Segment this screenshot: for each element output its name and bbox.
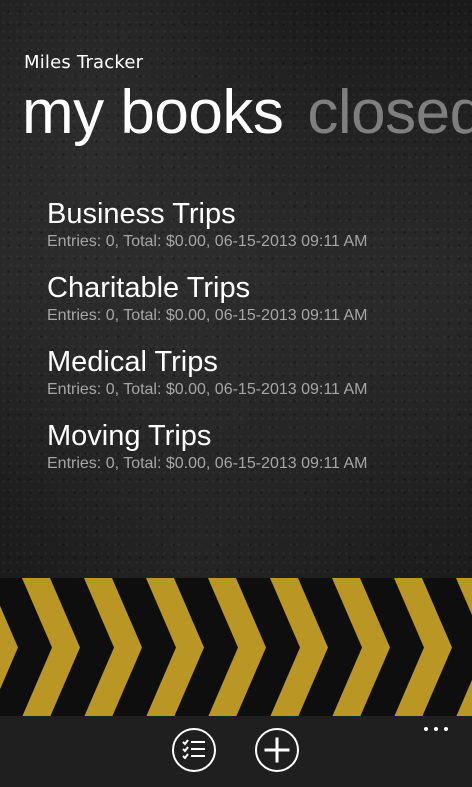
checklist-icon [182, 739, 205, 760]
list-item[interactable]: Moving Trips Entries: 0, Total: $0.00, 0… [47, 419, 467, 493]
book-name: Medical Trips [47, 346, 218, 378]
app-title: Miles Tracker [24, 52, 144, 73]
app-bar [0, 716, 472, 787]
book-meta: Entries: 0, Total: $0.00, 06-15-2013 09:… [47, 233, 368, 250]
add-button[interactable] [255, 728, 299, 772]
pivot-headers: my books closed [22, 82, 472, 144]
chevron-stripe-decoration [0, 578, 472, 717]
list-item[interactable]: Business Trips Entries: 0, Total: $0.00,… [47, 197, 467, 271]
book-meta: Entries: 0, Total: $0.00, 06-15-2013 09:… [47, 381, 368, 398]
book-meta: Entries: 0, Total: $0.00, 06-15-2013 09:… [47, 307, 368, 324]
list-item[interactable]: Medical Trips Entries: 0, Total: $0.00, … [47, 345, 467, 419]
app-screen: Miles Tracker my books closed Business T… [0, 0, 472, 787]
book-name: Business Trips [47, 198, 236, 230]
list-button[interactable] [172, 728, 216, 772]
book-name: Charitable Trips [47, 272, 251, 304]
add-icon [264, 737, 290, 763]
book-meta: Entries: 0, Total: $0.00, 06-15-2013 09:… [47, 455, 368, 472]
pivot-header-my-books[interactable]: my books [22, 82, 284, 144]
book-list: Business Trips Entries: 0, Total: $0.00,… [47, 197, 467, 493]
list-item[interactable]: Charitable Trips Entries: 0, Total: $0.0… [47, 271, 467, 345]
pivot-header-closed[interactable]: closed [307, 82, 472, 144]
ellipsis-icon[interactable] [422, 724, 452, 734]
book-name: Moving Trips [47, 420, 212, 452]
